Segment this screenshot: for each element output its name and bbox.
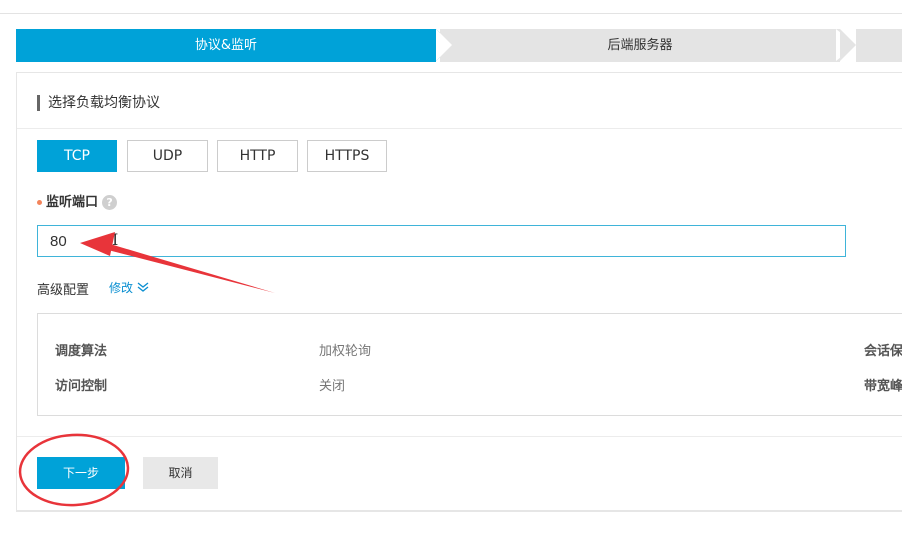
next-step-button[interactable]: 下一步 — [37, 457, 125, 489]
access-control-label: 访问控制 — [55, 379, 108, 394]
step-next[interactable] — [856, 29, 902, 62]
help-icon[interactable]: ? — [102, 195, 118, 210]
step-protocol-listener[interactable]: 协议&监听 — [16, 29, 452, 62]
text-cursor-icon: I — [112, 230, 119, 249]
protocol-tcp-button[interactable]: TCP — [37, 140, 117, 172]
section-title: 选择负载均衡协议 — [37, 95, 160, 111]
required-dot — [37, 200, 42, 205]
bandwidth-peak-label: 带宽峰 — [864, 379, 902, 394]
advanced-edit-link[interactable]: 修改 — [109, 279, 149, 296]
step-backend-servers[interactable]: 后端服务器 — [436, 29, 856, 62]
protocol-udp-button[interactable]: UDP — [127, 140, 208, 172]
listener-port-input[interactable] — [37, 225, 846, 257]
session-persistence-label: 会话保 — [864, 344, 902, 359]
port-field-label: 监听端口? — [37, 191, 118, 210]
protocol-http-button[interactable]: HTTP — [217, 140, 298, 172]
scheduler-value: 加权轮询 — [319, 344, 372, 359]
step-label: 协议&监听 — [194, 38, 258, 53]
protocol-https-button[interactable]: HTTPS — [307, 140, 387, 172]
advanced-summary-box: 调度算法 加权轮询 会话保 访问控制 关闭 带宽峰 — [37, 313, 902, 416]
port-label-text: 监听端口 — [46, 195, 99, 210]
wizard-steps: 协议&监听 后端服务器 — [16, 29, 902, 62]
scheduler-label: 调度算法 — [55, 344, 108, 359]
advanced-config-label: 高级配置 — [37, 283, 90, 298]
step-label: 后端服务器 — [607, 38, 673, 53]
top-divider — [0, 13, 902, 14]
footer-divider — [17, 436, 902, 437]
access-control-value: 关闭 — [319, 379, 346, 394]
section-divider — [17, 128, 902, 129]
config-panel: 选择负载均衡协议 TCP UDP HTTP HTTPS 监听端口? I 高级配置… — [16, 72, 902, 512]
edit-label: 修改 — [109, 281, 134, 295]
cancel-button[interactable]: 取消 — [143, 457, 218, 489]
chevron-double-down-icon — [137, 282, 149, 295]
